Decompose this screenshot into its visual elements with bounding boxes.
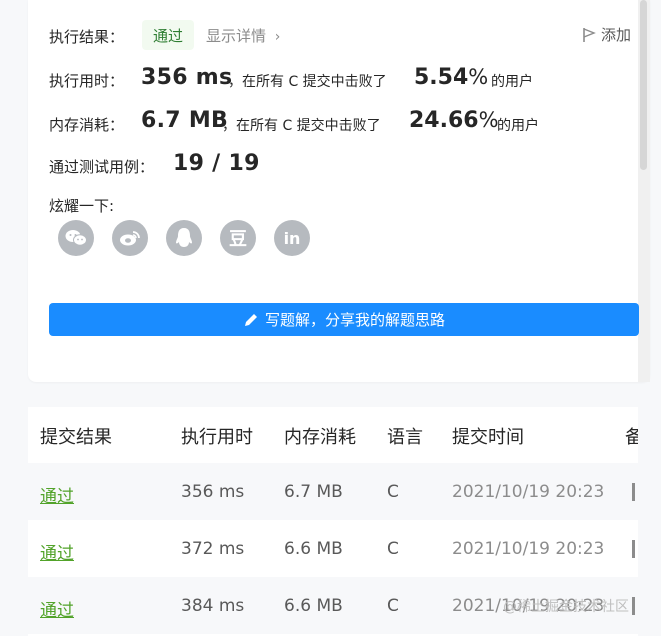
table-row[interactable]: 通过 372 ms 6.6 MB C 2021/10/19 20:23 (28, 520, 638, 577)
memory-percent-value: 24.66 (409, 108, 479, 133)
header-language: 语言 (387, 427, 423, 448)
testcases-value: 19 / 19 (173, 151, 260, 176)
weibo-glyph (120, 231, 140, 246)
runtime-users: 的用户 (491, 74, 533, 90)
row-runtime: 372 ms (181, 539, 245, 559)
qq-glyph (176, 228, 192, 247)
watermark: @稀土掘金技术社区 (503, 599, 629, 615)
runtime-percent: 5.54% (414, 65, 488, 90)
row-submit-time: 2021/10/19 20:23 (452, 539, 605, 559)
douban-icon[interactable]: 豆 (220, 220, 256, 256)
show-details-link[interactable]: 显示详情 › (206, 25, 280, 46)
row-language: C (387, 539, 399, 559)
row-runtime: 384 ms (181, 596, 245, 616)
runtime-value: 356 ms (141, 65, 233, 90)
row-status-link[interactable]: 通过 (40, 596, 74, 621)
write-solution-label: 写题解，分享我的解题思路 (264, 311, 445, 329)
row-runtime: 356 ms (181, 482, 245, 502)
flag-icon (583, 27, 596, 42)
testcases-label: 通过测试用例： (49, 158, 155, 176)
pencil-icon (244, 313, 257, 326)
share-label: 炫耀一下: (49, 197, 115, 215)
row-memory: 6.6 MB (284, 596, 343, 616)
memory-value: 6.7 MB (141, 108, 229, 133)
add-note-button[interactable]: 添加 (582, 24, 631, 45)
memory-beat-text: ，在所有 C 提交中击败了 (222, 118, 381, 134)
header-notes: 备 (625, 427, 638, 448)
row-language: C (387, 482, 399, 502)
chevron-right-icon: › (274, 29, 281, 45)
note-flag-icon[interactable] (632, 483, 635, 501)
show-details-label: 显示详情 (206, 27, 267, 45)
memory-percent-symbol: % (478, 108, 499, 132)
linkedin-glyph: in (283, 228, 301, 248)
table-row[interactable]: 通过 356 ms 6.7 MB C 2021/10/19 20:23 (28, 463, 638, 520)
scrollbar-thumb[interactable] (640, 0, 647, 170)
douban-glyph: 豆 (229, 229, 247, 250)
note-flag-icon[interactable] (632, 597, 635, 615)
runtime-percent-symbol: % (468, 65, 489, 89)
add-note-label: 添加 (601, 26, 632, 44)
wechat-icon[interactable] (58, 220, 94, 256)
row-memory: 6.7 MB (284, 482, 343, 502)
row-language: C (387, 596, 399, 616)
header-runtime: 执行用时 (181, 427, 253, 448)
note-flag-icon[interactable] (632, 540, 635, 558)
result-label: 执行结果： (49, 28, 125, 46)
memory-percent: 24.66% (409, 108, 499, 133)
row-memory: 6.6 MB (284, 539, 343, 559)
memory-label: 内存消耗： (49, 116, 125, 134)
header-submit-time: 提交时间 (452, 427, 524, 448)
write-solution-button[interactable]: 写题解，分享我的解题思路 (49, 303, 639, 336)
row-status-link[interactable]: 通过 (40, 482, 74, 507)
row-status-link[interactable]: 通过 (40, 539, 74, 564)
row-submit-time: 2021/10/19 20:23 (452, 482, 605, 502)
status-badge: 通过 (142, 20, 194, 50)
wechat-glyph (65, 230, 87, 246)
memory-users: 的用户 (497, 118, 539, 134)
runtime-percent-value: 5.54 (414, 65, 469, 90)
runtime-beat-text: ，在所有 C 提交中击败了 (228, 74, 387, 90)
linkedin-icon[interactable]: in (274, 220, 310, 256)
header-memory: 内存消耗 (284, 427, 356, 448)
header-status: 提交结果 (40, 427, 112, 448)
qq-icon[interactable] (166, 220, 202, 256)
weibo-icon[interactable] (112, 220, 148, 256)
runtime-label: 执行用时： (49, 72, 125, 90)
status-text: 通过 (152, 26, 183, 45)
